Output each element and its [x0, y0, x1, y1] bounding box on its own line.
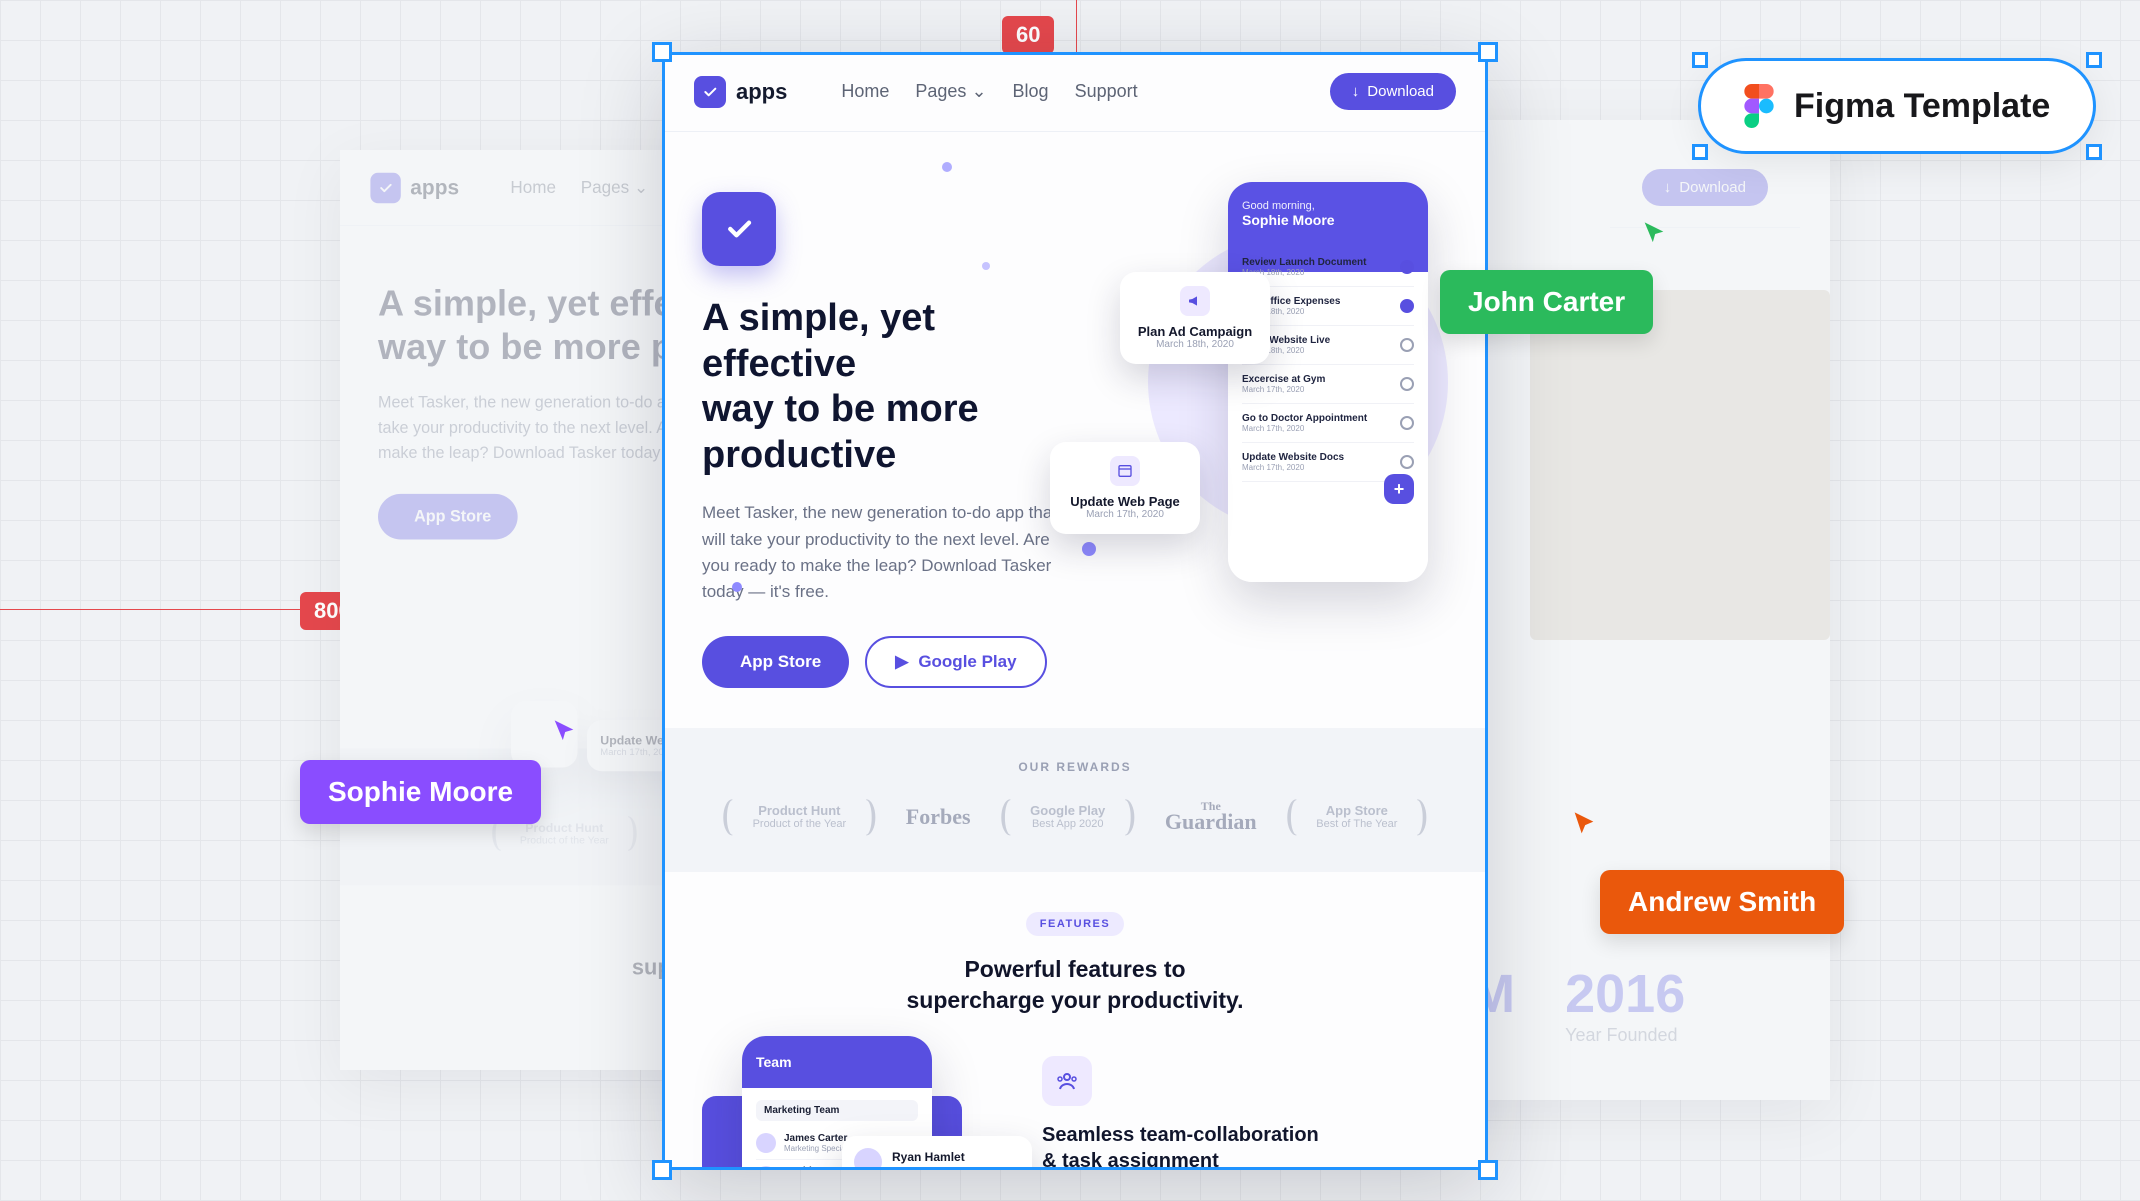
forbes-logo: Forbes [906, 804, 971, 830]
app-store-button[interactable]: App Store [702, 636, 849, 688]
brand-text: apps [410, 175, 459, 200]
hero-subtitle: Meet Tasker, the new generation to-do ap… [702, 500, 1060, 605]
hero-title: A simple, yet effective way to be more p… [702, 296, 1060, 478]
stat: 2016 Year Founded [1565, 963, 1685, 1046]
features-section: FEATURES Powerful features to supercharg… [662, 872, 1488, 1170]
megaphone-icon [1180, 286, 1210, 316]
task-row: Excercise at GymMarch 17th, 2020 [1242, 365, 1414, 404]
collaborator-cursor-john: John Carter [1440, 270, 1653, 334]
collaborator-name-chip: John Carter [1440, 270, 1653, 334]
guardian-logo: TheGuardian [1165, 801, 1257, 832]
hero-photo [1530, 290, 1830, 640]
rewards-section: OUR REWARDS Product HuntProduct of the Y… [662, 728, 1488, 872]
download-button[interactable]: ↓ Download [1330, 73, 1456, 110]
google-play-button[interactable]: ▶ Google Play [865, 636, 1046, 688]
reward-item: Product HuntProduct of the Year [711, 794, 888, 840]
play-icon: ▶ [895, 652, 908, 672]
decorative-dot [942, 162, 952, 172]
hero-illustration: Good morning, Sophie Moore Review Launch… [1090, 192, 1448, 592]
stat-label: Year Founded [1565, 1025, 1685, 1046]
stat-value: 2016 [1565, 963, 1685, 1025]
selection-handle[interactable] [1692, 52, 1708, 68]
hero-app-icon [702, 192, 776, 266]
task-row: Go to Doctor AppointmentMarch 17th, 2020 [1242, 404, 1414, 443]
collaborator-cursor-sophie: Sophie Moore [300, 760, 541, 824]
team-section-label: Marketing Team [756, 1100, 918, 1121]
features-title: Powerful features to supercharge your pr… [702, 954, 1448, 1016]
nav-pages[interactable]: Pages ⌄ [915, 81, 986, 102]
selection-handle[interactable] [2086, 52, 2102, 68]
download-icon: ↓ [1664, 179, 1672, 196]
feature-block-title: Seamless team-collaboration & task assig… [1042, 1122, 1448, 1170]
nav-home[interactable]: Home [841, 81, 889, 102]
collaborator-name-chip: Sophie Moore [300, 760, 541, 824]
rewards-eyebrow: OUR REWARDS [662, 760, 1488, 774]
figma-logo-icon [1744, 84, 1774, 128]
check-icon [694, 76, 726, 108]
features-tag: FEATURES [1026, 912, 1124, 936]
nav-blog[interactable]: Blog [1013, 81, 1049, 102]
reward-item: App StoreBest of The Year [1275, 794, 1439, 840]
figma-template-label: Figma Template [1794, 87, 2050, 126]
download-icon: ↓ [1352, 83, 1360, 100]
browser-icon [1110, 456, 1140, 486]
member-popup-card: Ryan HamletMarketing Lead [842, 1136, 1032, 1170]
landing-logo[interactable]: apps [694, 76, 787, 108]
app-store-button[interactable]: App Store [378, 494, 518, 540]
task-card-plan: Plan Ad Campaign March 18th, 2020 [1120, 272, 1270, 364]
team-header: Team [742, 1036, 932, 1088]
phone-greeting: Good morning, [1242, 200, 1414, 212]
selection-handle[interactable] [2086, 144, 2102, 160]
figma-template-badge[interactable]: Figma Template [1700, 60, 2094, 152]
artboard-selected[interactable]: apps Home Pages ⌄ Blog Support ↓ Downloa… [662, 52, 1488, 1170]
download-button[interactable]: ↓ Download [1642, 169, 1768, 206]
landing-logo[interactable]: apps [370, 172, 459, 202]
collaborator-cursor-andrew: Andrew Smith [1600, 870, 1844, 934]
collaborator-name-chip: Andrew Smith [1600, 870, 1844, 934]
task-card-update: Update Web Page March 17th, 2020 [1050, 442, 1200, 534]
nav-support[interactable]: Support [1075, 81, 1138, 102]
measurement-label-top: 60 [1002, 16, 1054, 54]
features-illustration: Team Marketing Team James CarterMarketin… [702, 1056, 1002, 1170]
reward-item: Google PlayBest App 2020 [989, 794, 1147, 840]
team-icon [1042, 1056, 1092, 1106]
selection-handle[interactable] [1692, 144, 1708, 160]
add-task-button[interactable]: + [1384, 474, 1414, 504]
landing-nav: apps Home Pages ⌄ Blog Support ↓ Downloa… [662, 52, 1488, 132]
nav-home[interactable]: Home [510, 178, 556, 198]
guide-vertical-60 [1076, 0, 1077, 52]
decorative-dot [732, 582, 742, 592]
phone-username: Sophie Moore [1242, 212, 1414, 228]
nav-pages[interactable]: Pages ⌄ [581, 178, 649, 198]
chevron-down-icon: ⌄ [634, 178, 648, 197]
decorative-dot [982, 262, 990, 270]
landing-nav: ↓ Download [1610, 148, 1800, 228]
chevron-down-icon: ⌄ [971, 81, 986, 101]
brand-text: apps [736, 79, 787, 105]
check-icon [370, 172, 400, 202]
phone-mockup: Good morning, Sophie Moore Review Launch… [1228, 182, 1428, 582]
